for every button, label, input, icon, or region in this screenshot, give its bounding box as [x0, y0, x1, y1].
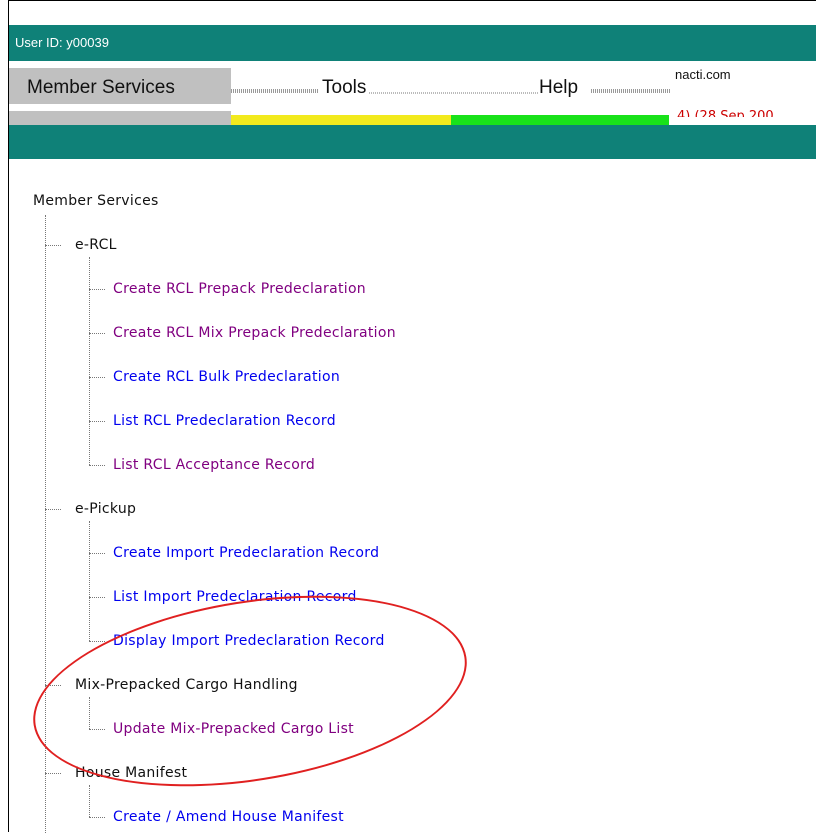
tree-group-label: e-Pickup	[75, 501, 137, 517]
tree-connector	[89, 377, 105, 378]
tree-connector	[89, 421, 105, 422]
tree-connector	[89, 333, 105, 334]
menu-separator	[591, 89, 671, 93]
tree-connector	[89, 785, 90, 817]
tree-item-link[interactable]: Create RCL Bulk Predeclaration	[113, 369, 340, 385]
tree-item-link[interactable]: Create / Amend House Manifest	[113, 809, 344, 825]
tree-root-label: Member Services	[33, 193, 159, 209]
user-id-label: User ID: y00039	[15, 35, 109, 50]
accent-stripe-yellow	[231, 115, 451, 125]
tree-connector	[45, 245, 61, 246]
menu-separator	[369, 92, 539, 94]
tree-connector	[89, 817, 105, 818]
header-bottom-bar	[9, 125, 816, 159]
tree-connector	[89, 641, 105, 642]
accent-stripe-green	[451, 115, 669, 125]
menu-separator	[231, 89, 319, 93]
tree-connector	[89, 257, 90, 465]
tree-item-link[interactable]: Create RCL Mix Prepack Predeclaration	[113, 325, 396, 341]
tree-connector	[89, 289, 105, 290]
tree-connector	[89, 465, 105, 466]
menu-highlight-lower	[9, 111, 231, 125]
tree-connector	[45, 509, 61, 510]
tree-group-label: e-RCL	[75, 237, 117, 253]
tree-connector	[89, 597, 105, 598]
menu-help[interactable]: Help	[539, 77, 578, 99]
header-bar: User ID: y00039	[9, 25, 816, 61]
tree-connector	[45, 773, 61, 774]
tree-item-link[interactable]: List RCL Acceptance Record	[113, 457, 315, 473]
page-frame: User ID: y00039 Member Services Tools He…	[8, 0, 816, 833]
tree-item-link[interactable]: List RCL Predeclaration Record	[113, 413, 336, 429]
tree-item-link[interactable]: Create RCL Prepack Predeclaration	[113, 281, 366, 297]
domain-text: nacti.com	[675, 67, 731, 82]
tree-connector	[89, 553, 105, 554]
tree-item-link[interactable]: Create Import Predeclaration Record	[113, 545, 379, 561]
menu-member-services[interactable]: Member Services	[27, 77, 175, 99]
tree-connector	[89, 521, 90, 641]
date-text-clipped: 4) (28 Sep 200	[677, 109, 774, 117]
menu-bar: Member Services Tools Help nacti.com 4) …	[9, 61, 816, 125]
menu-tools[interactable]: Tools	[322, 77, 366, 99]
